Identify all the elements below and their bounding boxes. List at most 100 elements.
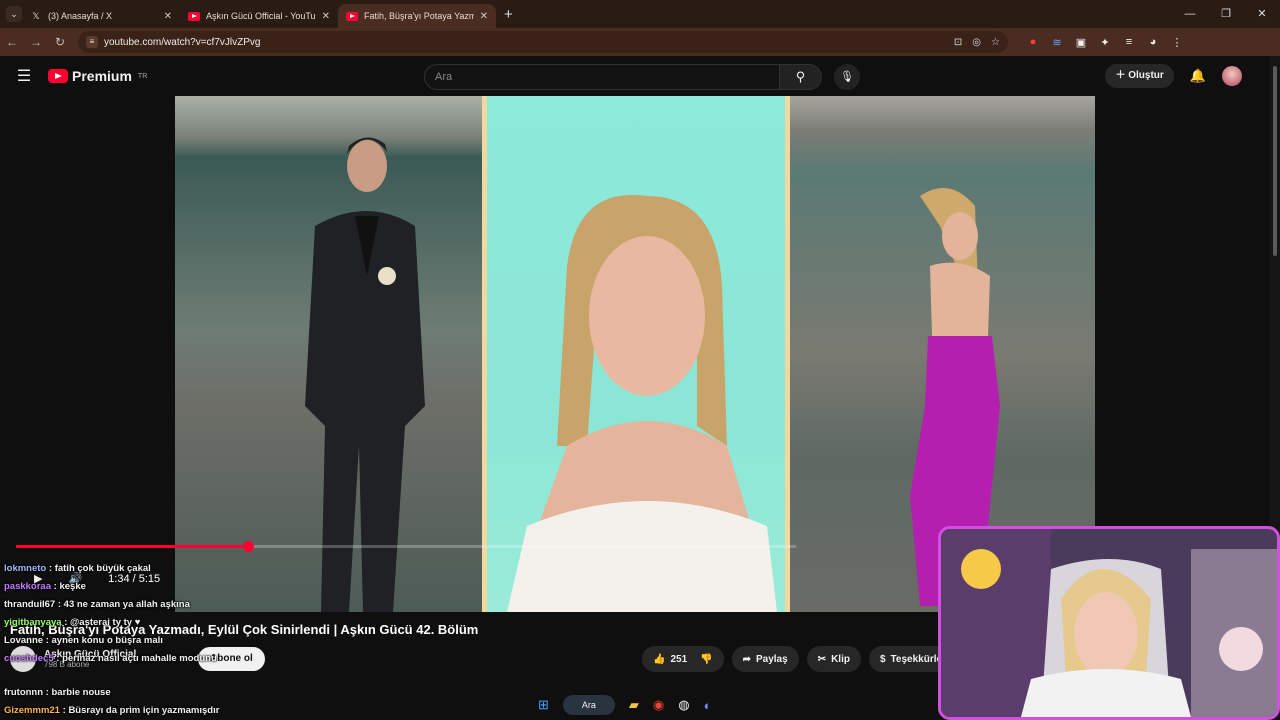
video-panel-left xyxy=(175,96,482,612)
chat-username[interactable]: paskkoraa xyxy=(4,581,51,592)
window-controls: — ❐ ✕ xyxy=(1172,0,1280,28)
chat-message: lokmneto : fatih çok büyük çakal xyxy=(4,563,151,574)
woman-closeup-figure xyxy=(507,194,777,612)
man-in-suit-figure xyxy=(305,137,425,612)
reload-icon[interactable]: ↻ xyxy=(48,35,72,49)
chat-text: fatih çok büyük çakal xyxy=(54,563,151,574)
like-count[interactable]: 251 xyxy=(670,654,687,665)
site-info-icon[interactable]: ≡ xyxy=(86,36,98,48)
tab-youtube-video[interactable]: Fatih, Büşra'yı Potaya Yazm... ✕ xyxy=(338,4,496,28)
scissors-icon: ✂ xyxy=(817,653,827,665)
like-icon[interactable]: 👍 xyxy=(653,654,665,665)
close-window-icon[interactable]: ✕ xyxy=(1244,0,1280,28)
extension-red-icon[interactable]: ● xyxy=(1026,35,1040,49)
tab-x[interactable]: 𝕏 (3) Anasayfa / X ✕ xyxy=(22,4,180,28)
chat-text: 43 ne zaman ya allah aşkına xyxy=(63,599,190,610)
chat-username[interactable]: yigitbanyaya xyxy=(4,617,62,628)
share-label: Paylaş xyxy=(755,653,788,665)
clip-label: Klip xyxy=(831,653,850,665)
chat-message: paskkoraa : keşke xyxy=(4,581,86,592)
youtube-masthead: ☰ Premium TR Ara ⚲ 🎙 ＋ Oluştur 🔔 xyxy=(0,56,1270,96)
chat-username[interactable]: cuoshdec5 xyxy=(4,653,54,664)
back-icon[interactable]: ← xyxy=(0,35,24,49)
share-icon: ➦ xyxy=(742,653,751,665)
new-tab-button[interactable]: + xyxy=(504,6,513,23)
chat-username[interactable]: thranduil67 xyxy=(4,599,55,610)
clip-button[interactable]: ✂ Klip xyxy=(806,646,861,672)
hamburger-menu-icon[interactable]: ☰ xyxy=(0,66,48,86)
reading-list-icon[interactable]: ≡ xyxy=(1122,35,1136,49)
close-icon[interactable]: ✕ xyxy=(322,11,330,22)
chat-message: yigitbanyaya : @asterai ty ty ♥ xyxy=(4,617,141,628)
minimize-icon[interactable]: — xyxy=(1172,0,1208,28)
youtube-icon xyxy=(346,10,358,22)
masthead-right: ＋ Oluştur 🔔 xyxy=(1105,64,1242,88)
extension-wave-icon[interactable]: ≋ xyxy=(1050,35,1064,49)
chat-text: perinaz nasıl açtı mahalle modunu xyxy=(62,653,217,664)
dislike-icon[interactable]: 👎 xyxy=(700,654,712,665)
menu-kebab-icon[interactable]: ⋮ xyxy=(1170,35,1184,49)
windows-start-icon[interactable]: ⊞ xyxy=(538,697,549,713)
chat-text: Büsrayı da prim için yazmamışdır xyxy=(68,705,220,716)
url-text: youtube.com/watch?v=cf7vJlvZPvg xyxy=(104,36,261,48)
close-icon[interactable]: ✕ xyxy=(480,11,488,22)
tab-search-button[interactable]: ⌄ xyxy=(6,6,22,22)
windows-taskbar: ⊞ Ara ▰ ◉ ◍ ◐ xyxy=(470,690,940,720)
logo-text: Premium xyxy=(72,68,132,84)
chat-text: keşke xyxy=(59,581,86,592)
chat-text: barbie nouse xyxy=(51,687,111,698)
close-icon[interactable]: ✕ xyxy=(164,11,172,22)
notifications-bell-icon[interactable]: 🔔 xyxy=(1190,68,1206,84)
extensions-area: ● ≋ ▣ ✦ ≡ ◕ ⋮ xyxy=(1026,35,1184,49)
x-logo-icon: 𝕏 xyxy=(32,10,40,21)
chat-text: aynen konu o büşra malı xyxy=(51,635,163,646)
taskbar-search[interactable]: Ara xyxy=(562,695,615,715)
account-avatar[interactable] xyxy=(1222,66,1242,86)
extensions-puzzle-icon[interactable]: ✦ xyxy=(1098,35,1112,49)
microphone-icon[interactable]: 🎙 xyxy=(834,64,860,90)
chat-text: @asterai ty ty ♥ xyxy=(70,617,141,628)
chat-message: frutonnn : barbie nouse xyxy=(4,687,111,698)
webcam-overlay xyxy=(938,526,1280,720)
video-actions: 👍 251 👎 ➦ Paylaş ✂ Klip $ Teşekkürler xyxy=(642,646,957,672)
chrome-icon[interactable]: ◉ xyxy=(653,697,664,713)
address-toolbar: ← → ↻ ≡ youtube.com/watch?v=cf7vJlvZPvg … xyxy=(0,28,1280,56)
chat-message: thranduil67 : 43 ne zaman ya allah aşkın… xyxy=(4,599,190,610)
profile-avatar-icon[interactable]: ◕ xyxy=(1146,35,1160,49)
chat-username[interactable]: Lovanne xyxy=(4,635,43,646)
share-button[interactable]: ➦ Paylaş xyxy=(731,646,799,672)
search-icon[interactable]: ⚲ xyxy=(780,64,822,90)
scrollbar-thumb[interactable] xyxy=(1273,66,1277,256)
thanks-icon: $ xyxy=(879,653,886,665)
create-label: Oluştur xyxy=(1128,70,1164,81)
like-dislike-group: 👍 251 👎 xyxy=(642,646,724,672)
discord-icon[interactable]: ◐ xyxy=(704,698,712,713)
forward-icon[interactable]: → xyxy=(24,35,48,49)
video-panel-center xyxy=(482,96,790,612)
tab-title: Aşkın Gücü Official - YouTube xyxy=(206,11,316,21)
app-icon[interactable]: ◍ xyxy=(678,697,689,713)
tab-youtube-channel[interactable]: Aşkın Gücü Official - YouTube ✕ xyxy=(180,4,338,28)
streamer-webcam-figure xyxy=(941,529,1277,717)
chat-username[interactable]: Gizemmm21 xyxy=(4,705,60,716)
region-code: TR xyxy=(137,72,148,80)
create-button[interactable]: ＋ Oluştur xyxy=(1105,64,1174,88)
youtube-premium-logo[interactable]: Premium TR xyxy=(48,68,147,84)
time-display: 1:34 / 5:15 xyxy=(108,572,161,585)
address-bar[interactable]: ≡ youtube.com/watch?v=cf7vJlvZPvg ⊡ ◎ ☆ xyxy=(78,31,1008,53)
extension-box-icon[interactable]: ▣ xyxy=(1074,35,1088,49)
browser-tab-bar: ⌄ 𝕏 (3) Anasayfa / X ✕ Aşkın Gücü Offici… xyxy=(0,0,1280,28)
tab-title: Fatih, Büşra'yı Potaya Yazm... xyxy=(364,11,474,21)
restore-icon[interactable]: ❐ xyxy=(1208,0,1244,28)
bookmark-star-icon[interactable]: ☆ xyxy=(991,37,1000,48)
eye-off-icon[interactable]: ◎ xyxy=(972,37,981,48)
chat-username[interactable]: frutonnn xyxy=(4,687,43,698)
file-explorer-icon[interactable]: ▰ xyxy=(629,697,639,713)
chat-username[interactable]: lokmneto xyxy=(4,563,46,574)
install-icon[interactable]: ⊡ xyxy=(954,37,962,48)
youtube-logo-icon xyxy=(48,69,68,83)
tab-title: (3) Anasayfa / X xyxy=(48,11,113,21)
search-input[interactable]: Ara xyxy=(424,64,780,90)
video-progress-bar[interactable] xyxy=(16,541,796,552)
chat-message: cuoshdec5 : perinaz nasıl açtı mahalle m… xyxy=(4,653,217,664)
